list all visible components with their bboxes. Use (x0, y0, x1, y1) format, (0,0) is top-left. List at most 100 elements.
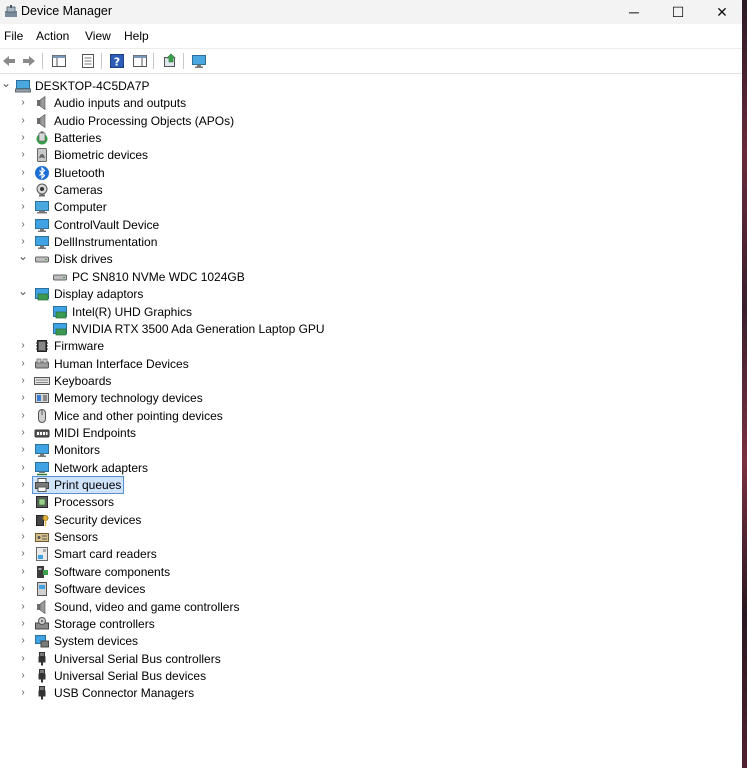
maximize-icon: ☐ (671, 3, 685, 20)
menu-help[interactable]: Help (124, 29, 149, 43)
chevron-right-icon[interactable]: › (18, 185, 28, 195)
chevron-right-icon[interactable]: › (18, 116, 28, 126)
chevron-right-icon[interactable]: › (18, 688, 28, 698)
chevron-right-icon[interactable]: › (18, 376, 28, 386)
toolbar: ? (0, 48, 742, 74)
tree-category-node[interactable]: › Security devices (0, 512, 742, 529)
monitor-icon (34, 234, 50, 250)
device-view-icon (133, 55, 147, 67)
chevron-right-icon[interactable]: › (18, 497, 28, 507)
chevron-right-icon[interactable]: › (18, 549, 28, 559)
close-icon: ✕ (716, 3, 728, 20)
tree-item-label: USB Connector Managers (54, 686, 195, 700)
chevron-right-icon[interactable]: › (18, 567, 28, 577)
minimize-button[interactable]: ─ (612, 0, 656, 24)
tree-category-node[interactable]: › Smart card readers (0, 546, 742, 563)
chevron-right-icon[interactable]: › (18, 150, 28, 160)
toolbar-separator (101, 53, 102, 69)
tree-category-node[interactable]: › Human Interface Devices (0, 356, 742, 373)
software-device-icon (34, 581, 50, 597)
chevron-right-icon[interactable]: › (18, 602, 28, 612)
system-icon (34, 633, 50, 649)
tree-item-label: Biometric devices (54, 148, 149, 162)
chevron-right-icon[interactable]: › (18, 636, 28, 646)
tree-category-node[interactable]: › Software components (0, 564, 742, 581)
tree-category-node[interactable]: › Sensors (0, 529, 742, 546)
tree-category-node[interactable]: › System devices (0, 633, 742, 650)
tree-device-node[interactable]: Intel(R) UHD Graphics (0, 304, 742, 321)
chevron-right-icon[interactable]: › (18, 237, 28, 247)
tree-category-node[interactable]: › Computer (0, 199, 742, 216)
properties-button[interactable] (79, 52, 97, 70)
memory-icon (34, 390, 50, 406)
menu-view[interactable]: View (85, 29, 111, 43)
close-button[interactable]: ✕ (700, 0, 744, 24)
tree-category-node[interactable]: › Software devices (0, 581, 742, 598)
chevron-right-icon[interactable]: › (18, 428, 28, 438)
tree-category-node[interactable]: › USB Connector Managers (0, 685, 742, 702)
tree-category-node[interactable]: › Network adapters (0, 460, 742, 477)
chevron-right-icon[interactable]: › (18, 411, 28, 421)
show-hide-console-tree-button[interactable] (50, 52, 68, 70)
tree-category-node[interactable]: › Cameras (0, 182, 742, 199)
tree-category-node[interactable]: › Processors (0, 494, 742, 511)
chevron-right-icon[interactable]: › (18, 619, 28, 629)
help-button[interactable]: ? (108, 52, 126, 70)
chevron-right-icon[interactable]: › (18, 220, 28, 230)
tree-category-node[interactable]: › Memory technology devices (0, 390, 742, 407)
tree-category-node[interactable]: › Universal Serial Bus devices (0, 668, 742, 685)
scan-hardware-button[interactable] (190, 52, 208, 70)
chevron-down-icon[interactable]: ⌄ (1, 77, 11, 89)
chevron-right-icon[interactable]: › (18, 515, 28, 525)
menu-action[interactable]: Action (36, 29, 69, 43)
maximize-button[interactable]: ☐ (656, 0, 700, 24)
tree-device-node[interactable]: PC SN810 NVMe WDC 1024GB (0, 269, 742, 286)
tree-category-node[interactable]: › Sound, video and game controllers (0, 599, 742, 616)
back-button[interactable] (0, 52, 18, 70)
tree-category-node[interactable]: › Biometric devices (0, 147, 742, 164)
chevron-right-icon[interactable]: › (18, 654, 28, 664)
tree-item-label: Processors (54, 495, 115, 509)
tree-category-node[interactable]: › Monitors (0, 442, 742, 459)
tree-category-node[interactable]: › DellInstrumentation (0, 234, 742, 251)
title-bar[interactable]: Device Manager ─ ☐ ✕ (0, 0, 742, 24)
chevron-right-icon[interactable]: › (18, 359, 28, 369)
chevron-right-icon[interactable]: › (18, 393, 28, 403)
chevron-right-icon[interactable]: › (18, 133, 28, 143)
tree-category-node[interactable]: › Keyboards (0, 373, 742, 390)
battery-icon (34, 130, 50, 146)
chevron-down-icon[interactable]: ⌄ (18, 250, 28, 262)
tree-category-node[interactable]: › Batteries (0, 130, 742, 147)
chevron-right-icon[interactable]: › (18, 584, 28, 594)
chevron-right-icon[interactable]: › (18, 341, 28, 351)
chevron-right-icon[interactable]: › (18, 98, 28, 108)
tree-category-node[interactable]: › ControlVault Device (0, 217, 742, 234)
chevron-down-icon[interactable]: ⌄ (18, 285, 28, 297)
tree-category-node[interactable]: › Firmware (0, 338, 742, 355)
help-icon: ? (110, 54, 124, 69)
tree-category-node[interactable]: › Storage controllers (0, 616, 742, 633)
chevron-right-icon[interactable]: › (18, 480, 28, 490)
scan-icon (82, 54, 94, 68)
forward-button[interactable] (20, 52, 38, 70)
tree-category-node[interactable]: › MIDI Endpoints (0, 425, 742, 442)
tree-category-node[interactable]: › Print queues (0, 476, 742, 494)
action-pane-button[interactable] (131, 52, 149, 70)
chevron-right-icon[interactable]: › (18, 671, 28, 681)
tree-category-node[interactable]: › Audio Processing Objects (APOs) (0, 113, 742, 130)
chevron-right-icon[interactable]: › (18, 532, 28, 542)
tree-category-node[interactable]: ⌄ Disk drives (0, 250, 742, 268)
tree-category-node[interactable]: › Bluetooth (0, 165, 742, 182)
tree-category-node[interactable]: › Mice and other pointing devices (0, 408, 742, 425)
update-driver-button[interactable] (161, 52, 179, 70)
chevron-right-icon[interactable]: › (18, 463, 28, 473)
tree-category-node[interactable]: › Universal Serial Bus controllers (0, 651, 742, 668)
tree-category-node[interactable]: ⌄ Display adaptors (0, 285, 742, 303)
tree-device-node[interactable]: NVIDIA RTX 3500 Ada Generation Laptop GP… (0, 321, 742, 338)
chevron-right-icon[interactable]: › (18, 445, 28, 455)
tree-root-node[interactable]: ⌄ DESKTOP-4C5DA7P (0, 77, 742, 95)
menu-file[interactable]: File (4, 29, 23, 43)
tree-category-node[interactable]: › Audio inputs and outputs (0, 95, 742, 112)
chevron-right-icon[interactable]: › (18, 168, 28, 178)
chevron-right-icon[interactable]: › (18, 202, 28, 212)
